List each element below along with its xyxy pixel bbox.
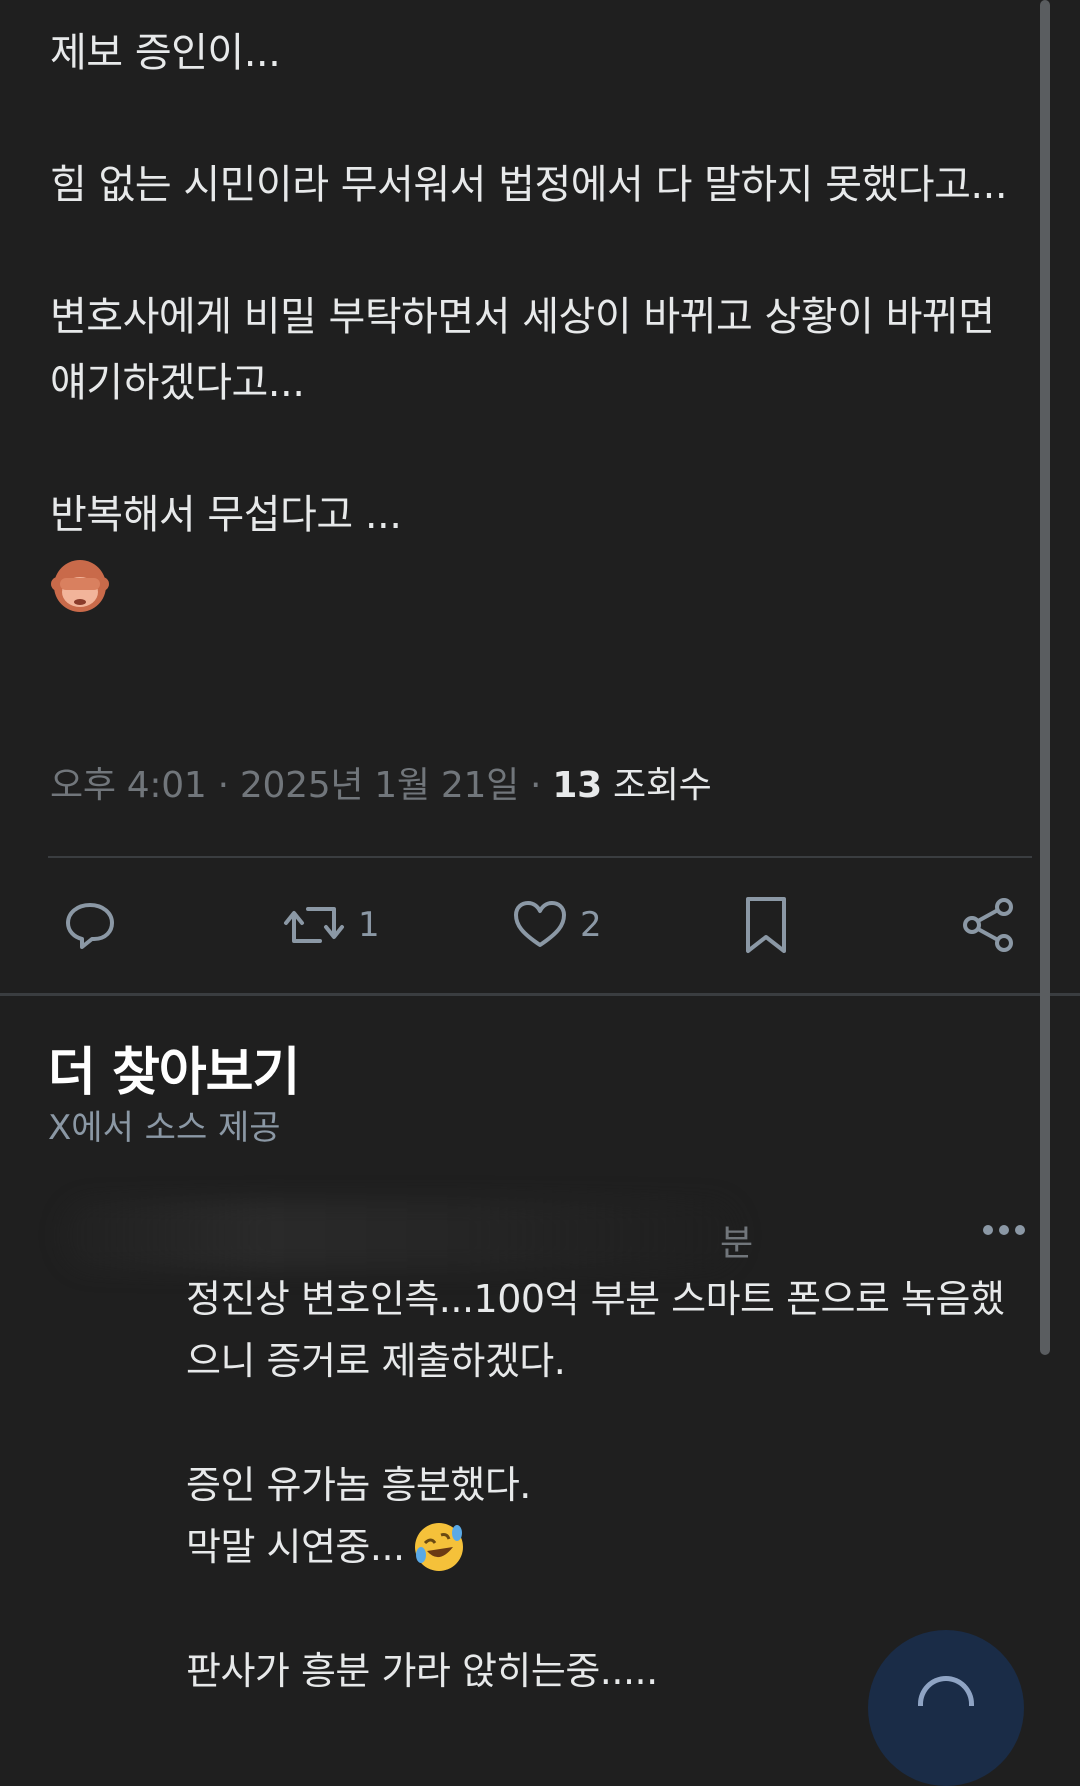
post-time: 오후 4:01 — [50, 765, 207, 806]
post-body: 제보 증인이... 힘 없는 시민이라 무서워서 법정에서 다 말하지 못했다고… — [50, 20, 1030, 616]
heart-icon — [514, 901, 566, 947]
related-post-line: 막말 시연중... — [186, 1516, 1036, 1578]
share-button[interactable] — [960, 890, 1016, 960]
reply-button[interactable] — [62, 890, 118, 960]
divider — [48, 856, 1032, 858]
post-paragraph-3: 변호사에게 비밀 부탁하면서 세상이 바뀌고 상황이 바뀌면 얘기하겠다고... — [50, 294, 995, 406]
meta-separator: · — [530, 765, 542, 806]
post-paragraph-4: 반복해서 무섭다고 ... — [50, 492, 402, 538]
views-label: 조회수 — [613, 765, 712, 806]
reply-icon — [66, 903, 114, 949]
post-date: 2025년 1월 21일 — [239, 765, 519, 806]
blurred-author-header — [60, 1200, 740, 1270]
discover-subtitle: X에서 소스 제공 — [48, 1108, 281, 1148]
views-count: 13 — [552, 765, 602, 806]
post-paragraph-1: 제보 증인이... — [50, 30, 281, 76]
like-count: 2 — [580, 905, 602, 945]
rolling-laughing-icon — [414, 1522, 463, 1571]
see-no-evil-monkey-icon — [51, 560, 109, 612]
more-dots-icon[interactable] — [982, 1224, 1026, 1236]
scrollbar[interactable] — [1040, 0, 1050, 1355]
repost-button[interactable]: 1 — [282, 890, 380, 960]
bookmark-button[interactable] — [742, 890, 790, 960]
section-divider — [0, 993, 1080, 996]
related-post-line-text: 막말 시연중... — [186, 1525, 405, 1569]
repost-count: 1 — [358, 905, 380, 945]
repost-icon — [284, 907, 344, 943]
post-meta: 오후 4:01 · 2025년 1월 21일 · 13 조회수 — [50, 756, 712, 808]
related-post-line: 으니 증거로 제출하겠다. — [186, 1339, 566, 1383]
meta-separator: · — [217, 765, 229, 806]
related-post-body[interactable]: 정진상 변호인측...100억 부분 스마트 폰으로 녹음했 으니 증거로 제출… — [186, 1268, 1036, 1702]
post-time-suffix: 분 — [720, 1223, 754, 1264]
discover-title: 더 찾아보기 — [48, 1043, 300, 1103]
related-post-line: 증인 유가놈 흥분했다. — [186, 1463, 531, 1507]
like-button[interactable]: 2 — [512, 890, 602, 960]
post-paragraph-2: 힘 없는 시민이라 무서워서 법정에서 다 말하지 못했다고... — [50, 162, 1008, 208]
related-post-line: 정진상 변호인측...100억 부분 스마트 폰으로 녹음했 — [186, 1277, 1005, 1321]
action-bar: 1 2 — [0, 890, 1080, 960]
compose-fab-button[interactable] — [868, 1630, 1024, 1786]
share-icon — [963, 898, 1013, 952]
bookmark-icon — [746, 897, 786, 953]
